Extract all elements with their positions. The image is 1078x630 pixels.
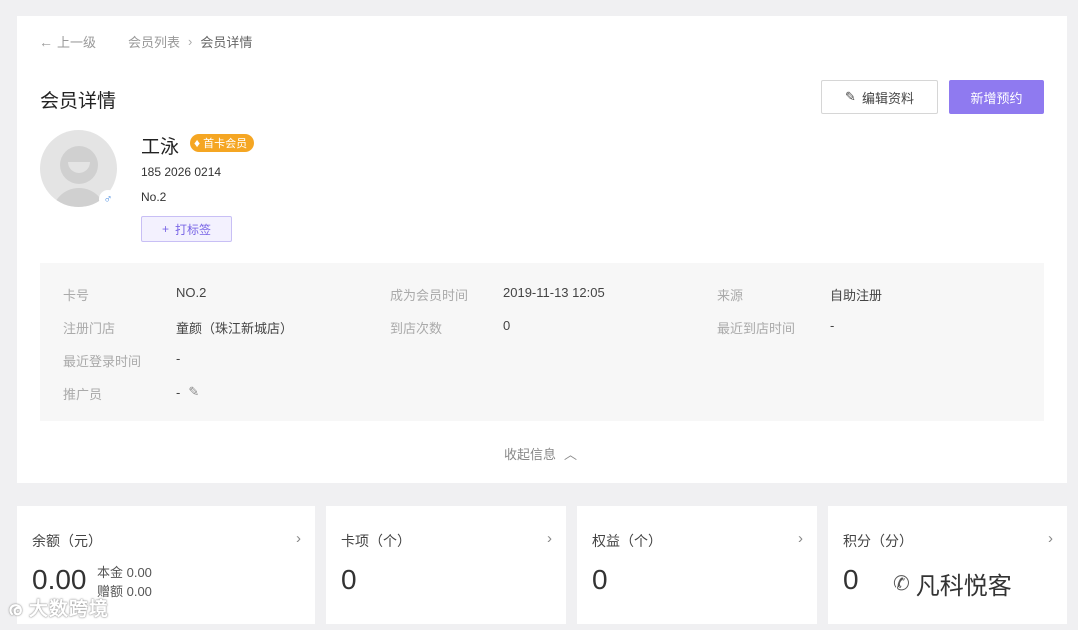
add-tag-label: 打标签 <box>175 222 212 237</box>
collapse-label: 收起信息 <box>504 447 557 462</box>
rights-value: 0 <box>592 564 608 595</box>
breadcrumb: ← 上一级 会员列表 › 会员详情 <box>39 32 252 51</box>
card-items-card[interactable]: 卡项（个） › 0 <box>326 506 566 624</box>
chevron-right-icon[interactable]: › <box>547 530 552 547</box>
info-label: 成为会员时间 <box>390 288 469 303</box>
info-label: 最近登录时间 <box>63 354 142 369</box>
arrow-left-icon: ← <box>39 33 53 50</box>
info-label: 来源 <box>717 288 744 303</box>
breadcrumb-member-list[interactable]: 会员列表 <box>128 32 180 51</box>
points-value: 0 <box>843 564 859 595</box>
info-value: - <box>830 318 835 333</box>
info-value: - <box>176 351 181 366</box>
info-value: 自助注册 <box>830 288 883 303</box>
points-card[interactable]: 积分（分） › 0 <box>828 506 1067 624</box>
points-title: 积分（分） <box>843 533 913 549</box>
chevron-right-icon[interactable]: › <box>798 530 803 547</box>
member-number: No.2 <box>141 190 167 204</box>
diamond-icon: ♦ <box>194 136 201 150</box>
watermark-right-text: 凡科悦客 <box>915 573 1012 600</box>
info-label: 卡号 <box>63 288 90 303</box>
member-info-panel: 卡号 NO.2 成为会员时间 2019-11-13 12:05 来源 自助注册 … <box>40 263 1044 421</box>
breadcrumb-current: 会员详情 <box>200 35 253 50</box>
vip-badge: ♦ 首卡会员 <box>190 134 255 152</box>
member-name: 工泳 <box>141 137 180 158</box>
watermark-left-text: 大数跨境 <box>28 599 109 620</box>
info-label: 到店次数 <box>390 321 443 336</box>
collapse-info-toggle[interactable]: 收起信息 ︿ <box>504 444 577 463</box>
edit-profile-label: 编辑资料 <box>861 90 914 106</box>
new-appointment-button[interactable]: 新增预约 <box>949 80 1044 114</box>
rights-card[interactable]: 权益（个） › 0 <box>577 506 817 624</box>
page-title: 会员详情 <box>40 91 117 112</box>
chevron-up-icon: ︿ <box>564 447 578 462</box>
edit-icon[interactable]: ✎ <box>188 384 199 400</box>
info-value: - ✎ <box>176 384 199 400</box>
info-value: 2019-11-13 12:05 <box>503 285 605 300</box>
chevron-right-icon[interactable]: › <box>1048 530 1053 547</box>
info-value: 童颜（珠江新城店） <box>176 321 294 336</box>
info-label: 注册门店 <box>63 321 116 336</box>
back-label: 上一级 <box>57 35 97 50</box>
add-tag-button[interactable]: + 打标签 <box>141 216 232 242</box>
watermark-left: ര 大数跨境 <box>8 594 109 621</box>
vip-badge-label: 首卡会员 <box>203 138 248 150</box>
male-icon: ♂ <box>99 190 117 208</box>
member-phone: 185 2026 0214 <box>141 165 222 179</box>
card-items-value: 0 <box>341 564 357 595</box>
watermark-right: ✆ 凡科悦客 <box>893 566 1012 601</box>
chevron-right-icon[interactable]: › <box>296 530 301 547</box>
info-label: 推广员 <box>63 387 103 402</box>
info-value: NO.2 <box>176 285 207 300</box>
wechat-icon: ✆ <box>893 573 910 595</box>
chevron-right-icon: › <box>188 34 193 49</box>
balance-principal: 本金 0.00 <box>97 565 152 580</box>
plus-icon: + <box>161 222 169 236</box>
promoter-value: - <box>176 384 181 400</box>
info-label: 最近到店时间 <box>717 321 796 336</box>
info-value: 0 <box>503 318 511 333</box>
card-items-title: 卡项（个） <box>341 533 411 549</box>
rights-title: 权益（个） <box>592 533 662 549</box>
balance-value: 0.00 <box>32 564 87 595</box>
pen-icon: ✎ <box>845 89 856 104</box>
balance-title: 余额（元） <box>32 533 102 549</box>
weibo-icon: ര <box>8 599 23 620</box>
edit-profile-button[interactable]: ✎ 编辑资料 <box>821 80 938 114</box>
back-link[interactable]: ← 上一级 <box>39 32 96 51</box>
member-detail-card: ← 上一级 会员列表 › 会员详情 会员详情 ✎ 编辑资料 新增预约 ♂ 工泳 … <box>17 16 1067 483</box>
